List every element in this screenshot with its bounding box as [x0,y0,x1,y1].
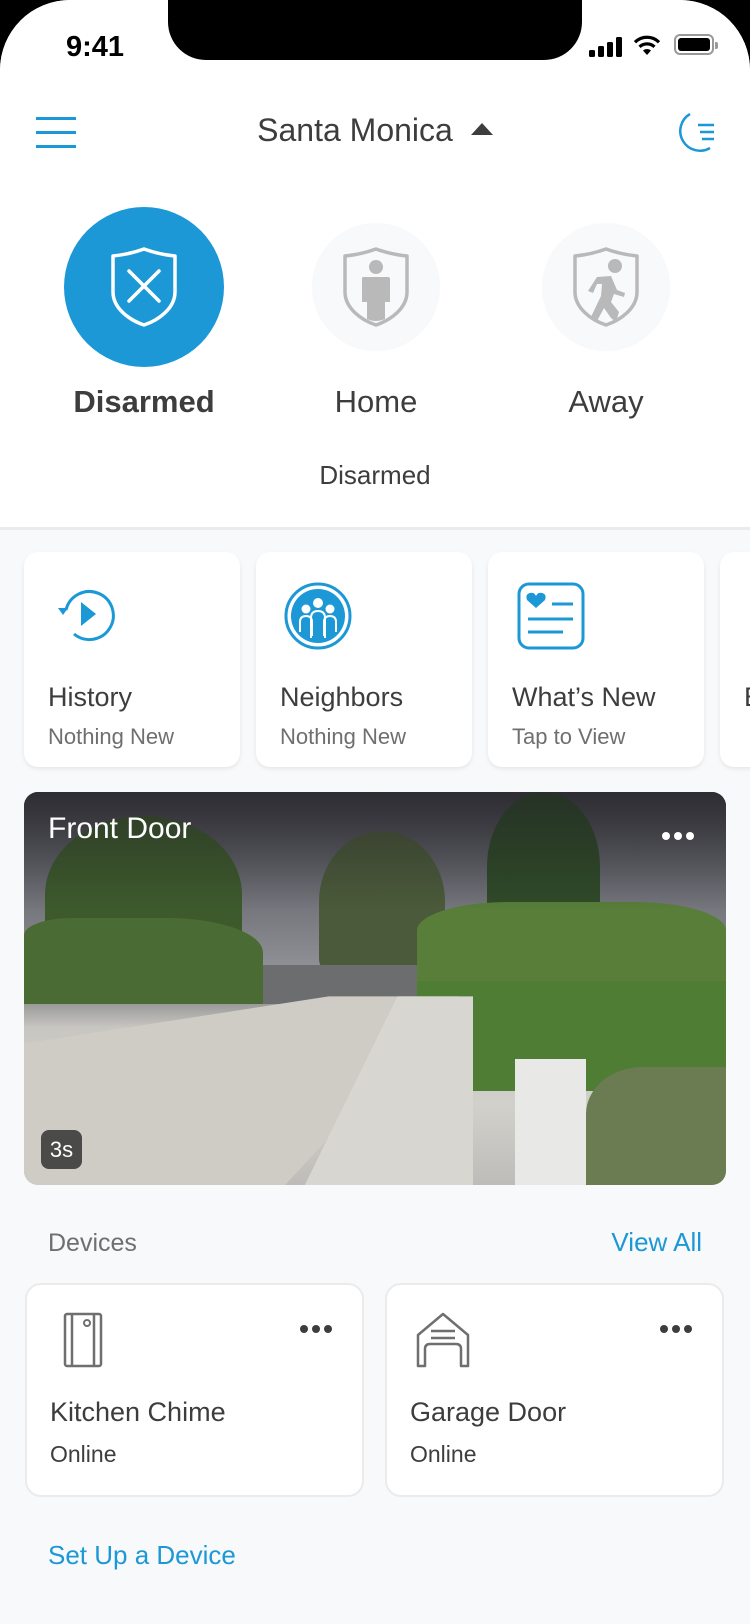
history-subtitle: Nothing New [48,724,174,749]
snapshot-age-badge: 3s [41,1130,82,1169]
neighbors-icon [284,582,352,650]
battery-icon [674,34,718,55]
setup-device-link[interactable]: Set Up a Device [48,1540,236,1571]
location-name: Santa Monica [257,112,453,148]
whats-new-card[interactable]: What’s New Tap to View [488,552,704,767]
more-icon[interactable] [660,818,696,854]
caret-up-icon [470,122,493,135]
signal-icon [589,37,623,57]
devices-heading: Devices [48,1229,137,1257]
neighbors-card[interactable]: Neighbors Nothing New [256,552,472,767]
mode-home-label: Home [334,384,418,419]
front-door-camera-card[interactable]: Front Door 3s [24,792,726,1185]
device-card-kitchen-chime[interactable]: Kitchen Chime Online [25,1283,364,1497]
status-time: 9:41 [66,31,125,63]
device-name: Kitchen Chime [50,1397,226,1427]
home-screen: 9:41 Santa Monica Disarmed Home Away Dis… [0,0,750,1624]
chime-icon [63,1312,103,1368]
device-more-icon[interactable] [298,1321,334,1337]
garage-icon [416,1312,470,1368]
view-all-link[interactable]: View All [611,1227,702,1258]
device-card-garage-door[interactable]: Garage Door Online [385,1283,724,1497]
whats-new-icon [517,582,585,650]
shield-running-icon [573,247,639,327]
mode-disarmed-label: Disarmed [73,384,215,419]
mode-disarmed-circle[interactable] [64,207,224,367]
partial-feature-card[interactable]: E [720,552,750,767]
history-title: History [48,682,133,712]
moon-icon[interactable] [672,110,717,155]
camera-title: Front Door [48,812,192,845]
wifi-icon [633,35,661,55]
whats-new-subtitle: Tap to View [512,724,626,749]
device-status: Online [410,1441,477,1467]
device-status: Online [50,1441,117,1467]
device-notch [168,0,582,60]
shield-x-icon [111,247,177,327]
shield-person-icon [343,247,409,327]
mode-away-circle[interactable] [543,224,669,350]
neighbors-title: Neighbors [280,682,404,712]
location-selector[interactable]: Santa Monica [0,112,750,149]
mode-away-label: Away [568,384,644,419]
device-name: Garage Door [410,1397,567,1427]
neighbors-subtitle: Nothing New [280,724,406,749]
mode-home-circle[interactable] [313,224,439,350]
partial-feature-title: E [744,682,750,713]
whats-new-title: What’s New [512,682,656,712]
mode-status-text: Disarmed [319,460,431,490]
history-icon [58,590,115,642]
device-more-icon[interactable] [658,1321,694,1337]
history-card[interactable]: History Nothing New [24,552,240,767]
